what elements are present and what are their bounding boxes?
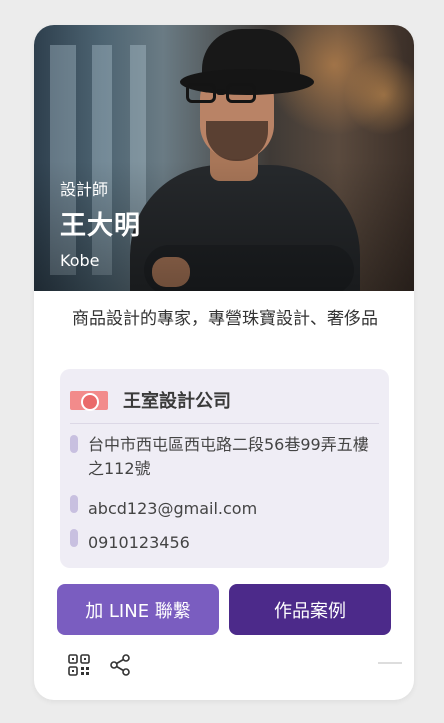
company-info-box: 王室設計公司 台中市西屯區西屯路二段56巷99弄五樓之112號 abcd123@… <box>60 369 389 568</box>
divider <box>70 423 379 424</box>
share-icon[interactable] <box>108 653 132 677</box>
tagline: 商品設計的專家，專營珠寶設計、奢侈品 <box>72 309 378 329</box>
business-card: 設計師 王大明 Kobe 商品設計的專家，專營珠寶設計、奢侈品 王室設計公司 台… <box>34 25 414 700</box>
company-email[interactable]: abcd123@gmail.com <box>88 497 257 521</box>
email-bullet-icon <box>70 495 78 513</box>
company-name: 王室設計公司 <box>123 391 231 412</box>
company-phone[interactable]: 0910123456 <box>88 531 190 555</box>
english-name: Kobe <box>60 251 100 270</box>
address-bullet-icon <box>70 435 78 453</box>
footer-mark <box>378 662 402 664</box>
add-line-button[interactable]: 加 LINE 聯繫 <box>57 584 219 635</box>
qr-code-icon[interactable] <box>67 653 91 677</box>
phone-bullet-icon <box>70 529 78 547</box>
job-title: 設計師 <box>60 180 109 199</box>
company-address[interactable]: 台中市西屯區西屯路二段56巷99弄五樓之112號 <box>88 433 384 481</box>
portfolio-button[interactable]: 作品案例 <box>229 584 391 635</box>
person-name: 王大明 <box>60 211 142 241</box>
company-logo-icon <box>70 391 108 411</box>
